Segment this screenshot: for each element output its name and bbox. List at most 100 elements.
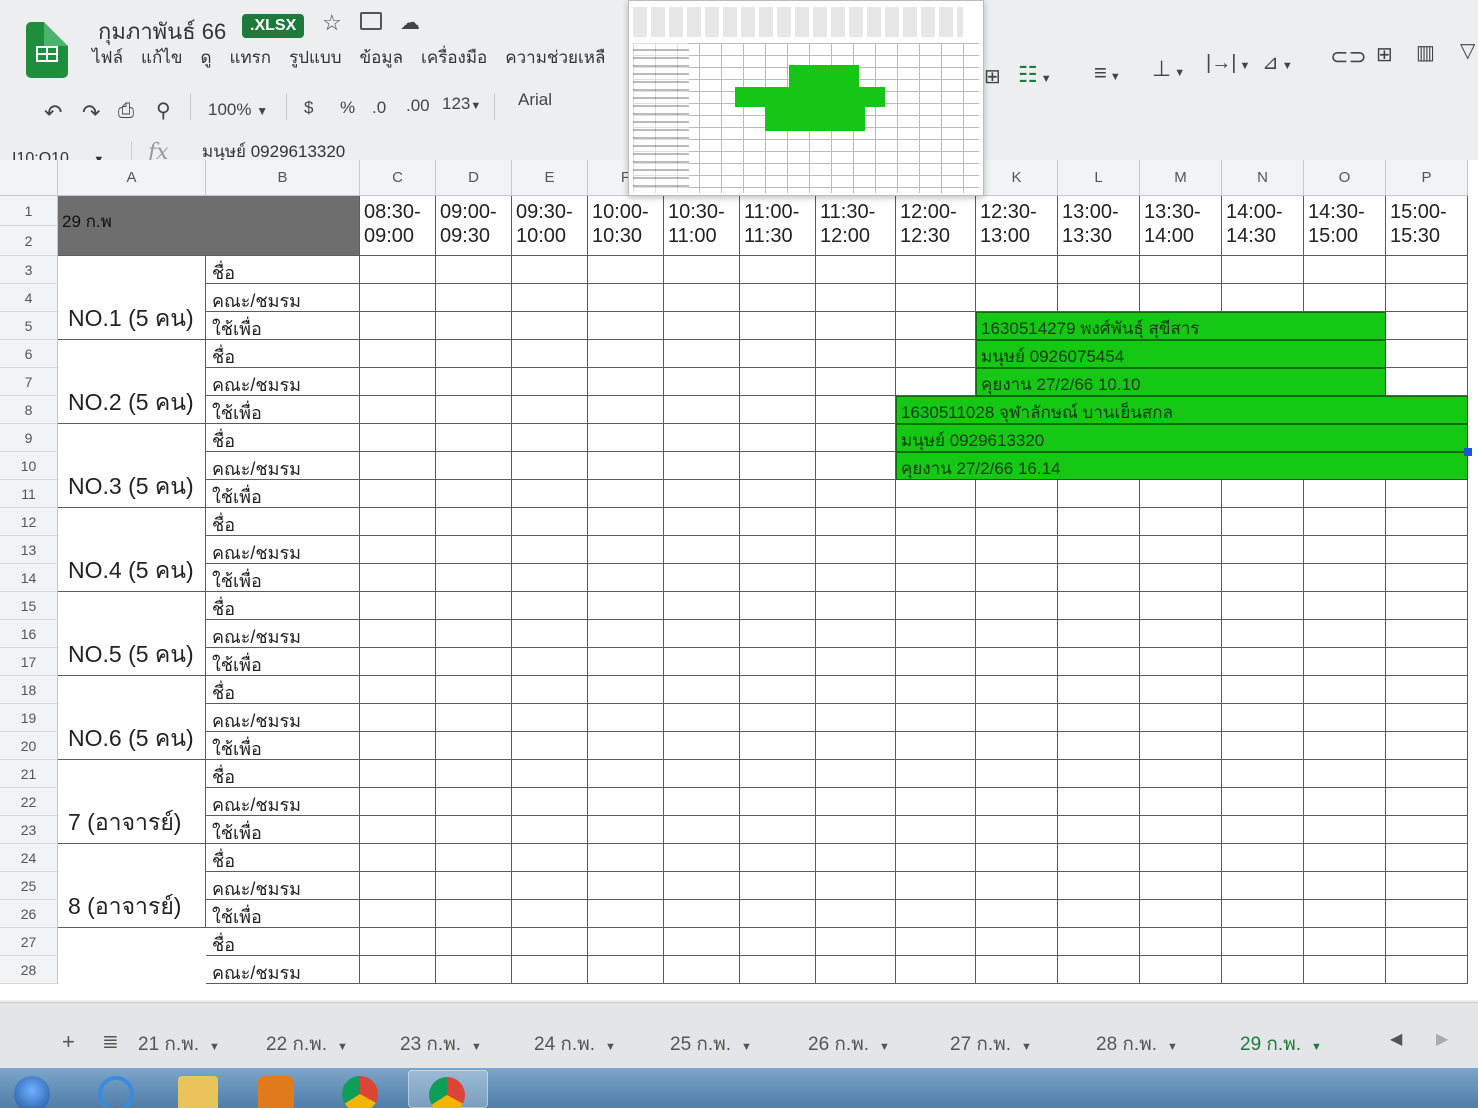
cell[interactable] — [512, 452, 588, 480]
cell[interactable] — [512, 256, 588, 284]
cell[interactable] — [1386, 648, 1468, 676]
field-label-purpose[interactable]: ใช้เพื่อ — [206, 312, 360, 340]
field-label-name[interactable]: ชื่อ — [206, 844, 360, 872]
cell[interactable] — [740, 564, 816, 592]
text-rotation-icon[interactable]: ⊿ ▼ — [1262, 50, 1293, 75]
cell[interactable] — [360, 844, 436, 872]
cell[interactable] — [740, 284, 816, 312]
cell[interactable] — [740, 508, 816, 536]
cell[interactable] — [588, 872, 664, 900]
cell[interactable] — [976, 956, 1058, 984]
zoom-select[interactable]: 100% ▼ — [208, 100, 268, 120]
field-label-faculty[interactable]: คณะ/ชมรม — [206, 368, 360, 396]
cell[interactable] — [1140, 676, 1222, 704]
cell[interactable] — [1140, 816, 1222, 844]
font-select[interactable]: Arial — [518, 90, 552, 110]
sheet-tab[interactable]: 22 ก.พ. ▼ — [266, 1029, 348, 1059]
text-wrapping-icon[interactable]: |→| ▼ — [1206, 52, 1250, 75]
cell[interactable] — [588, 340, 664, 368]
cell[interactable] — [1386, 788, 1468, 816]
cell[interactable] — [816, 732, 896, 760]
cell[interactable] — [436, 536, 512, 564]
cell[interactable] — [588, 956, 664, 984]
time-slot-header[interactable]: 10:30- 11:00 — [664, 196, 740, 256]
cell[interactable] — [436, 900, 512, 928]
cell[interactable] — [1386, 928, 1468, 956]
cell[interactable] — [976, 872, 1058, 900]
cell[interactable] — [436, 592, 512, 620]
cell[interactable] — [588, 900, 664, 928]
cell[interactable] — [512, 788, 588, 816]
cell[interactable] — [976, 564, 1058, 592]
scroll-right-icon[interactable]: ▶ — [1436, 1029, 1448, 1049]
cell[interactable] — [512, 396, 588, 424]
cell[interactable] — [664, 704, 740, 732]
cell[interactable] — [740, 928, 816, 956]
cell[interactable] — [976, 284, 1058, 312]
row-header-1[interactable]: 1 — [0, 196, 58, 226]
cell[interactable] — [896, 256, 976, 284]
cell[interactable] — [896, 620, 976, 648]
cell[interactable] — [816, 760, 896, 788]
cell[interactable] — [360, 256, 436, 284]
chevron-down-icon[interactable]: ▼ — [1021, 1041, 1032, 1053]
cell[interactable] — [512, 368, 588, 396]
cell[interactable] — [664, 284, 740, 312]
menu-tools[interactable]: เครื่องมือ — [421, 44, 487, 71]
row-header-25[interactable]: 25 — [0, 872, 58, 900]
time-slot-header[interactable]: 13:00- 13:30 — [1058, 196, 1140, 256]
cell[interactable] — [664, 592, 740, 620]
cell[interactable] — [1140, 788, 1222, 816]
cell[interactable] — [816, 928, 896, 956]
cell[interactable] — [436, 368, 512, 396]
cell[interactable] — [896, 368, 976, 396]
cell[interactable] — [896, 704, 976, 732]
cell[interactable] — [436, 424, 512, 452]
cell[interactable] — [1222, 704, 1304, 732]
row-header-5[interactable]: 5 — [0, 312, 58, 340]
cell[interactable] — [588, 676, 664, 704]
taskbar-chrome-active[interactable] — [408, 1070, 488, 1108]
cell[interactable] — [1058, 788, 1140, 816]
cell[interactable] — [1058, 564, 1140, 592]
add-sheet-icon[interactable]: + — [62, 1029, 75, 1055]
cell[interactable] — [816, 340, 896, 368]
cell[interactable] — [664, 508, 740, 536]
field-label-name[interactable]: ชื่อ — [206, 928, 360, 956]
cell[interactable] — [588, 788, 664, 816]
chevron-down-icon[interactable]: ▼ — [741, 1041, 752, 1053]
field-label-faculty[interactable]: คณะ/ชมรม — [206, 452, 360, 480]
cell[interactable] — [1140, 732, 1222, 760]
cell[interactable] — [1386, 956, 1468, 984]
time-slot-header[interactable]: 11:30- 12:00 — [816, 196, 896, 256]
cell[interactable] — [1304, 760, 1386, 788]
row-header-20[interactable]: 20 — [0, 732, 58, 760]
cell[interactable] — [740, 732, 816, 760]
cell[interactable] — [664, 620, 740, 648]
chrome-icon[interactable] — [342, 1076, 378, 1108]
cell[interactable] — [896, 872, 976, 900]
cell[interactable] — [896, 312, 976, 340]
cell[interactable] — [1058, 732, 1140, 760]
cell[interactable] — [1222, 956, 1304, 984]
insert-chart-icon[interactable]: ▥ — [1416, 40, 1435, 65]
time-slot-header[interactable]: 14:00- 14:30 — [1222, 196, 1304, 256]
cell[interactable] — [360, 900, 436, 928]
filter-icon[interactable]: ▽ — [1460, 38, 1475, 63]
cell[interactable] — [1386, 620, 1468, 648]
cell[interactable] — [816, 424, 896, 452]
cell[interactable] — [896, 956, 976, 984]
time-slot-header[interactable]: 09:30- 10:00 — [512, 196, 588, 256]
insert-link-icon[interactable]: ⊂⊃ — [1330, 44, 1367, 70]
cell[interactable] — [1140, 760, 1222, 788]
currency-format-button[interactable]: $ — [304, 98, 313, 118]
all-sheets-icon[interactable]: ≣ — [102, 1029, 119, 1054]
cell[interactable] — [976, 508, 1058, 536]
cell[interactable] — [1140, 284, 1222, 312]
cell[interactable] — [816, 312, 896, 340]
time-slot-header[interactable]: 14:30- 15:00 — [1304, 196, 1386, 256]
cell[interactable] — [1140, 872, 1222, 900]
number-format-select[interactable]: 123▼ — [442, 94, 481, 114]
cell[interactable] — [1386, 816, 1468, 844]
chevron-down-icon[interactable]: ▼ — [879, 1041, 890, 1053]
